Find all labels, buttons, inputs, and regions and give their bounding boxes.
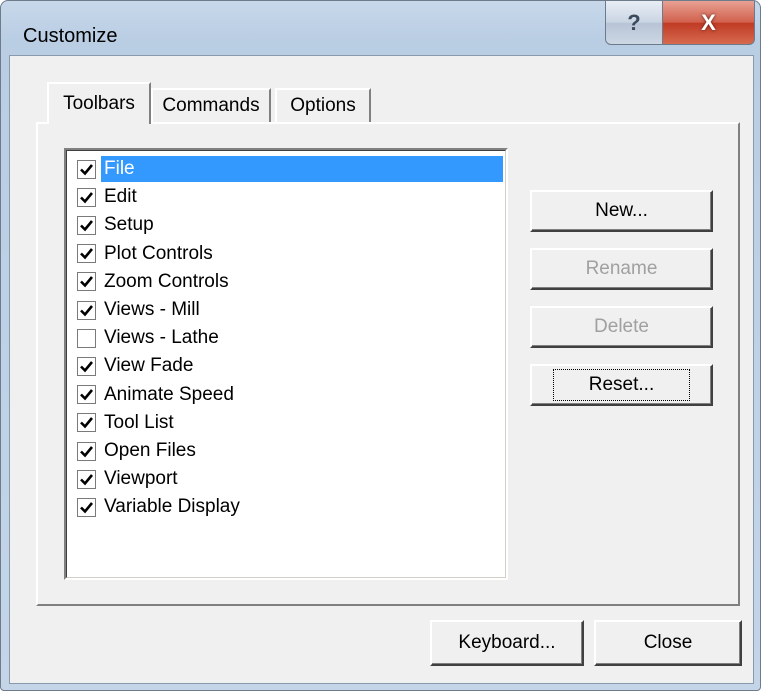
list-item-label: View Fade [104,355,194,377]
checkmark-icon [80,276,94,288]
list-item[interactable]: Viewport [71,465,503,493]
checkmark-icon [80,389,94,401]
help-icon: ? [627,9,641,35]
reset-button[interactable]: Reset... [530,364,713,406]
list-item[interactable]: Views - Lathe [71,324,503,352]
list-item[interactable]: View Fade [71,352,503,380]
new-button[interactable]: New... [530,190,713,232]
checkmark-icon [80,304,94,316]
list-item-label: Views - Lathe [104,327,219,349]
rename-button[interactable]: Rename [530,248,713,290]
list-item[interactable]: Tool List [71,409,503,437]
help-button[interactable]: ? [605,1,663,45]
toolbar-checkbox[interactable] [77,215,96,235]
toolbar-checkbox[interactable] [77,244,96,264]
list-item[interactable]: Setup [71,211,503,239]
list-item[interactable]: Animate Speed [71,381,503,409]
list-item-label: Tool List [104,411,174,433]
list-item-label: Open Files [104,440,196,461]
close-window-button[interactable]: X [662,1,755,45]
checkmark-icon [80,191,94,204]
list-item[interactable]: Open Files [71,437,503,465]
list-item-label: Viewport [104,468,178,490]
toolbar-checkbox[interactable] [77,272,96,292]
toolbar-checkbox[interactable] [77,385,96,405]
list-item-label: Edit [104,186,137,208]
checkmark-icon [80,445,94,457]
list-item[interactable]: Plot Controls [71,240,503,268]
list-item[interactable]: Variable Display [71,493,503,521]
list-item-label: Animate Speed [104,383,234,405]
checkmark-icon [80,220,94,232]
checkmark-icon [80,417,94,429]
checkmark-icon [80,248,94,260]
list-item-label: Views - Mill [104,299,200,320]
toolbar-checkbox[interactable] [77,469,96,489]
list-item-label: File [101,156,503,182]
checkmark-icon [80,502,94,514]
tab-options[interactable]: Options [275,88,371,122]
toolbar-checkbox[interactable] [77,441,96,461]
list-item-label: Variable Display [104,496,240,518]
dialog-title: Customize [23,25,118,47]
toolbar-checkbox[interactable] [77,356,96,376]
checkmark-icon [80,361,94,373]
list-item[interactable]: Edit [71,183,503,211]
list-item[interactable]: Views - Mill [71,296,503,324]
list-item-label: Plot Controls [104,242,213,264]
list-item-label: Zoom Controls [104,270,229,292]
toolbar-checkbox[interactable] [77,328,96,348]
customize-dialog: Customize ? X Toolbars Commands Options … [0,0,761,691]
toolbar-checkbox[interactable] [77,413,96,433]
checkmark-icon [80,163,94,175]
toolbar-checkbox[interactable] [77,159,96,179]
dialog-body: Toolbars Commands Options File Edit Setup P… [9,55,754,684]
reset-button-label: Reset... [552,369,691,401]
toolbar-checkbox[interactable] [77,300,96,320]
delete-button[interactable]: Delete [530,306,713,348]
tab-commands[interactable]: Commands [151,88,271,122]
tab-toolbars[interactable]: Toolbars [47,82,151,124]
toolbar-checkbox[interactable] [77,497,96,517]
toolbar-list[interactable]: File Edit Setup Plot Controls Zoom Controls V… [64,148,508,580]
close-button[interactable]: Close [594,620,742,666]
close-icon: X [701,9,716,35]
list-item[interactable]: Zoom Controls [71,268,503,296]
list-item[interactable]: File [71,155,503,183]
list-item-label: Setup [104,214,154,236]
checkmark-icon [80,473,94,486]
keyboard-button[interactable]: Keyboard... [430,620,584,666]
toolbar-checkbox[interactable] [77,187,96,207]
